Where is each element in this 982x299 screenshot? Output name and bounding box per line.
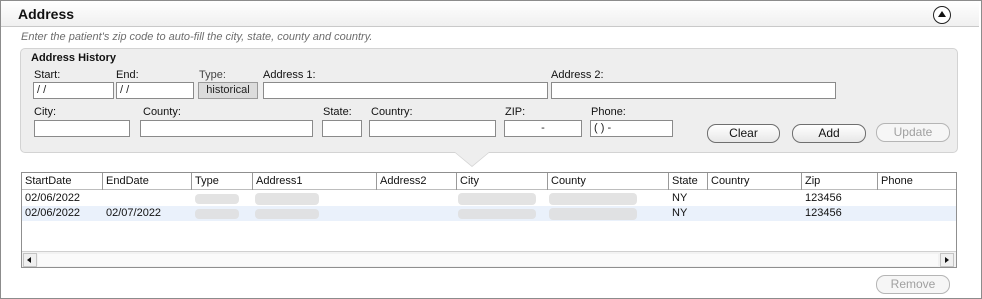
cell-zip: 123456: [805, 207, 842, 219]
panel-pointer: [455, 152, 489, 166]
table-row[interactable]: 02/06/2022 02/07/2022 NY 123456: [22, 206, 956, 221]
address-history-table: StartDate EndDate Type Address1 Address2…: [21, 172, 957, 268]
redacted-county: [549, 193, 637, 205]
remove-button[interactable]: Remove: [876, 275, 950, 294]
county-label: County:: [143, 106, 181, 118]
phone-label: Phone:: [591, 106, 626, 118]
cell-zip: 123456: [805, 192, 842, 204]
zip-input[interactable]: -: [504, 120, 582, 137]
address2-label: Address 2:: [551, 69, 604, 81]
cell-enddate: 02/07/2022: [106, 207, 162, 219]
end-label: End:: [116, 69, 139, 81]
redacted-address1: [255, 209, 319, 219]
redacted-county: [549, 208, 637, 220]
start-label: Start:: [34, 69, 61, 81]
column-header-startdate[interactable]: StartDate: [22, 173, 103, 190]
phone-input[interactable]: ( ) -: [590, 120, 673, 137]
state-label: State:: [323, 106, 352, 118]
address2-input[interactable]: [551, 82, 836, 99]
scroll-right-icon[interactable]: [940, 253, 954, 267]
cell-state: NY: [672, 192, 688, 204]
country-label: Country:: [371, 106, 413, 118]
column-header-enddate[interactable]: EndDate: [103, 173, 192, 190]
redacted-address1: [255, 193, 319, 205]
cell-state: NY: [672, 207, 688, 219]
column-header-city[interactable]: City: [457, 173, 548, 190]
horizontal-scrollbar[interactable]: [22, 251, 956, 267]
redacted-city: [458, 193, 536, 205]
cell-startdate: 02/06/2022: [25, 207, 81, 219]
redacted-type: [195, 209, 239, 219]
column-header-county[interactable]: County: [548, 173, 669, 190]
type-label: Type:: [199, 69, 226, 81]
column-header-type[interactable]: Type: [192, 173, 253, 190]
county-input[interactable]: [140, 120, 313, 137]
redacted-city: [458, 209, 536, 219]
scroll-thumb[interactable]: [38, 254, 938, 266]
end-date-input[interactable]: / /: [116, 82, 194, 99]
section-title: Address: [18, 6, 75, 22]
clear-button[interactable]: Clear: [707, 124, 780, 143]
table-header: StartDate EndDate Type Address1 Address2…: [22, 173, 956, 190]
zip-hint-text: Enter the patient's zip code to auto-fil…: [21, 31, 373, 43]
column-header-address1[interactable]: Address1: [253, 173, 377, 190]
column-header-address2[interactable]: Address2: [377, 173, 457, 190]
cell-enddate: [103, 191, 109, 206]
column-header-country[interactable]: Country: [708, 173, 802, 190]
country-input[interactable]: [369, 120, 496, 137]
column-header-state[interactable]: State: [669, 173, 708, 190]
zip-label: ZIP:: [505, 106, 526, 118]
add-button[interactable]: Add: [792, 124, 866, 143]
scroll-left-icon[interactable]: [23, 253, 37, 267]
city-label: City:: [34, 106, 56, 118]
address1-label: Address 1:: [263, 69, 316, 81]
address1-input[interactable]: [263, 82, 548, 99]
start-date-input[interactable]: / /: [33, 82, 114, 99]
section-header: Address: [1, 1, 979, 27]
column-header-phone[interactable]: Phone: [878, 173, 956, 190]
type-value: historical: [198, 82, 258, 99]
table-row[interactable]: 02/06/2022 NY 123456: [22, 191, 956, 206]
redacted-type: [195, 194, 239, 204]
address-history-title: Address History: [31, 52, 116, 64]
cell-startdate: 02/06/2022: [25, 192, 81, 204]
column-header-zip[interactable]: Zip: [802, 173, 878, 190]
state-input[interactable]: [322, 120, 362, 137]
city-input[interactable]: [34, 120, 130, 137]
update-button[interactable]: Update: [876, 123, 950, 142]
collapse-up-icon[interactable]: [933, 6, 951, 24]
